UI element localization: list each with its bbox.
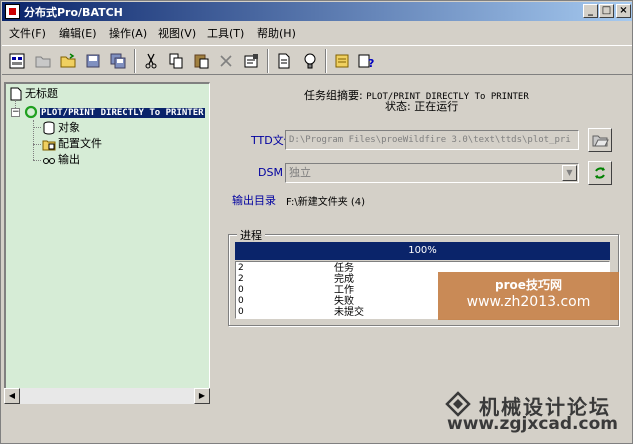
dsm-select-value: 独立	[289, 166, 311, 179]
scroll-right-icon[interactable]: ▶	[194, 388, 210, 404]
toolbar-separator	[325, 49, 327, 73]
window-title: 分布式Pro/BATCH	[24, 6, 123, 19]
save-icon[interactable]	[82, 50, 104, 72]
tree-task-item[interactable]: PLOT/PRINT DIRECTLY To PRINTER	[24, 104, 205, 120]
menu-view[interactable]: 视图(V)	[158, 25, 196, 41]
tree-connector	[33, 127, 41, 128]
save-all-icon[interactable]	[107, 50, 129, 72]
toolbar-separator	[134, 49, 136, 73]
database-icon	[43, 121, 55, 135]
progress-group-label: 进程	[237, 227, 265, 243]
tree-horizontal-scrollbar[interactable]: ◀ ▶	[4, 388, 210, 404]
open-folder-icon[interactable]	[32, 50, 54, 72]
tree-item-config[interactable]: 配置文件	[42, 136, 102, 152]
document-icon[interactable]	[273, 50, 295, 72]
paste-icon[interactable]	[190, 50, 212, 72]
tree-connector	[33, 160, 41, 161]
tree-item-output[interactable]: 输出	[42, 152, 80, 168]
config-folder-icon	[42, 140, 56, 151]
menu-tools[interactable]: 工具(T)	[207, 25, 244, 41]
refresh-icon	[595, 167, 605, 179]
bulb-icon[interactable]	[299, 50, 321, 72]
menu-edit[interactable]: 编辑(E)	[59, 25, 97, 41]
tree-connector	[33, 120, 34, 160]
svg-text:?: ?	[368, 57, 374, 70]
title-bar[interactable]: 分布式Pro/BATCH _ □ ×	[2, 2, 632, 21]
menu-action[interactable]: 操作(A)	[109, 25, 147, 41]
cut-icon[interactable]	[140, 50, 162, 72]
tree-item-label: 输出	[58, 153, 80, 166]
scroll-left-icon[interactable]: ◀	[4, 388, 20, 404]
glasses-icon	[43, 158, 55, 164]
progress-percent: 100%	[408, 245, 437, 256]
batch-icon[interactable]	[6, 50, 28, 72]
app-icon	[5, 4, 20, 19]
document-icon	[10, 87, 22, 101]
maximize-button[interactable]: □	[599, 4, 614, 18]
tree-item-label: 对象	[58, 121, 80, 134]
copy-icon[interactable]	[165, 50, 187, 72]
open-icon[interactable]	[57, 50, 79, 72]
refresh-button[interactable]	[588, 161, 612, 185]
tree-item-objects[interactable]: 对象	[42, 120, 80, 136]
menu-help[interactable]: 帮助(H)	[257, 25, 296, 41]
status-ring-icon	[24, 105, 38, 119]
toolbar: ?	[2, 45, 632, 75]
properties-icon[interactable]	[240, 50, 262, 72]
toolbar-separator	[267, 49, 269, 73]
app-window: 分布式Pro/BATCH _ □ × 文件(F) 编辑(E) 操作(A) 视图(…	[0, 0, 633, 444]
menu-file[interactable]: 文件(F)	[9, 25, 46, 41]
output-dir-value: F:\新建文件夹 (4)	[286, 197, 366, 208]
tree-collapse-toggle[interactable]: −	[11, 108, 20, 117]
dsm-select[interactable]: 独立 ▼	[285, 163, 579, 183]
tree-connector	[33, 144, 41, 145]
output-dir-label: 输出目录	[232, 194, 276, 207]
watermark-site-url: www.zh2013.com	[466, 294, 591, 310]
help-icon[interactable]: ?	[355, 50, 377, 72]
open-folder-icon	[592, 135, 609, 147]
minimize-button[interactable]: _	[583, 4, 598, 18]
menu-bar: 文件(F) 编辑(E) 操作(A) 视图(V) 工具(T) 帮助(H)	[2, 22, 632, 42]
watermark-site-name: proe技巧网	[495, 278, 562, 292]
delete-icon[interactable]	[215, 50, 237, 72]
dsm-label: DSM	[258, 166, 283, 179]
task-tree[interactable]: 无标题 − PLOT/PRINT DIRECTLY To PRINTER 对象 …	[4, 82, 210, 404]
summary-status: 状态: 正在运行	[385, 100, 459, 113]
tree-root-label: 无标题	[25, 87, 58, 100]
tree-item-label: 配置文件	[58, 137, 102, 150]
tree-task-label: PLOT/PRINT DIRECTLY To PRINTER	[40, 108, 205, 118]
chevron-down-icon[interactable]: ▼	[562, 165, 577, 181]
pages-icon[interactable]	[331, 50, 353, 72]
progress-bar: 100%	[235, 242, 610, 260]
browse-button[interactable]	[588, 128, 612, 152]
tree-root[interactable]: 无标题	[9, 86, 58, 102]
close-button[interactable]: ×	[616, 4, 631, 18]
ttd-file-field[interactable]: D:\Program Files\proeWildfire 3.0\text\t…	[285, 130, 579, 150]
forum-watermark-url: www.zgjxcad.com	[447, 414, 618, 434]
summary-title-prefix: 任务组摘要:	[304, 89, 363, 102]
site-watermark: proe技巧网 www.zh2013.com	[438, 272, 619, 320]
